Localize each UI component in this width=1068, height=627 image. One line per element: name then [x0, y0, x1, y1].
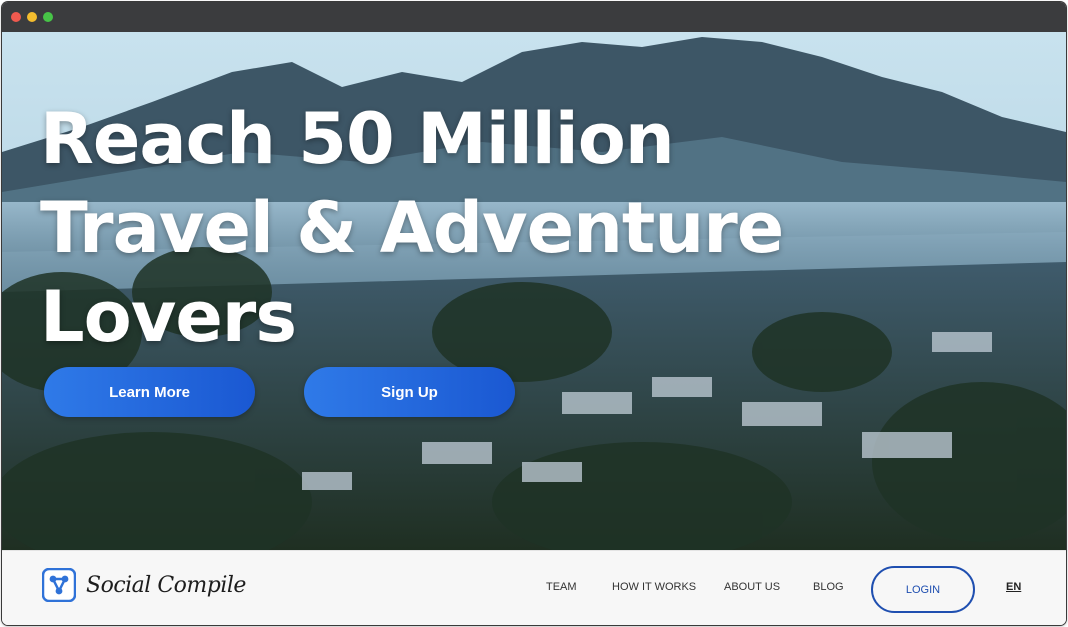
nav-item-about-us[interactable]: ABOUT US: [724, 581, 780, 593]
nav-item-how-it-works[interactable]: HOW IT WORKS: [612, 581, 696, 593]
hero-section: Reach 50 Million Travel & Adventure Love…: [2, 32, 1066, 550]
browser-window: Reach 50 Million Travel & Adventure Love…: [2, 2, 1066, 625]
bottom-navbar: Social Compile TEAM HOW IT WORKS ABOUT U…: [2, 550, 1066, 625]
nav-item-blog[interactable]: BLOG: [813, 581, 844, 593]
headline-line-2: Travel & Adventure: [40, 187, 784, 269]
hero-headline: Reach 50 Million Travel & Adventure Love…: [40, 95, 860, 362]
login-button[interactable]: LOGIN: [871, 566, 975, 613]
sign-up-button[interactable]: Sign Up: [304, 367, 515, 417]
close-window-dot[interactable]: [11, 12, 21, 22]
nav-item-team[interactable]: TEAM: [546, 581, 577, 593]
logo[interactable]: Social Compile: [42, 567, 246, 603]
logo-text: Social Compile: [86, 572, 246, 598]
minimize-window-dot[interactable]: [27, 12, 37, 22]
share-nodes-icon: [42, 568, 76, 602]
language-selector[interactable]: EN: [1006, 581, 1021, 593]
learn-more-button[interactable]: Learn More: [44, 367, 255, 417]
maximize-window-dot[interactable]: [43, 12, 53, 22]
headline-line-1: Reach 50 Million: [40, 98, 675, 180]
headline-line-3: Lovers: [40, 276, 297, 358]
window-titlebar: [2, 2, 1066, 32]
